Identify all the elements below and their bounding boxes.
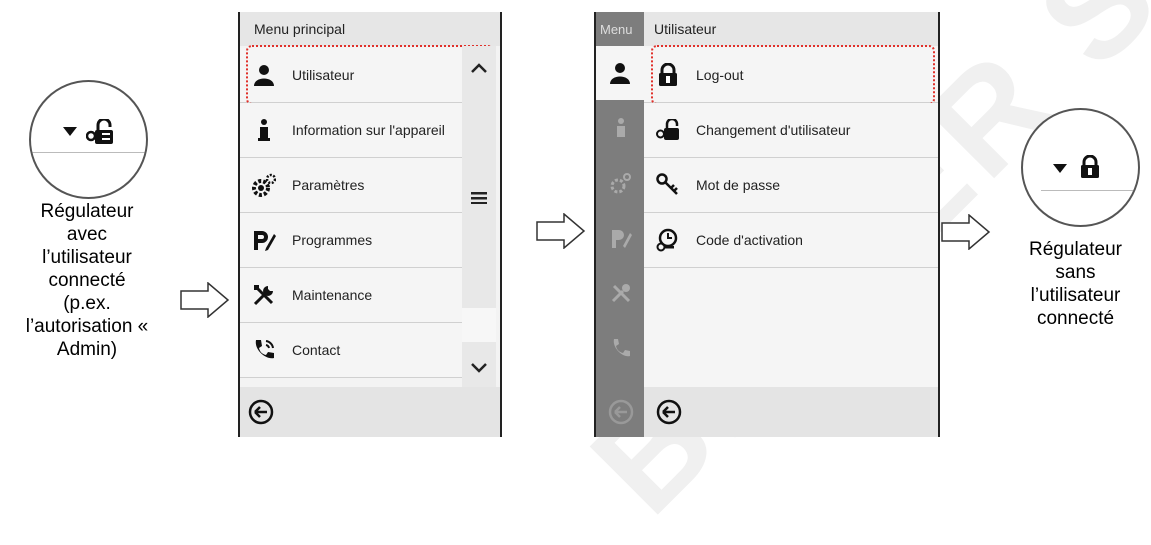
user-icon <box>610 63 630 84</box>
menu-item-label: Maintenance <box>292 287 373 303</box>
menu-item-maintenance[interactable]: Maintenance <box>240 268 462 323</box>
state-circle-logged-in <box>29 80 148 199</box>
back-icon <box>608 399 634 425</box>
gears-icon <box>252 173 276 197</box>
menu-item-label: Mot de passe <box>696 177 781 193</box>
right-caption: Régulateur sans l’utilisateur connecté <box>1029 239 1122 329</box>
page-title: Utilisateur <box>654 21 717 37</box>
sidebar-menu-label: Menu <box>600 22 633 37</box>
main-menu-header: Menu principal <box>240 12 500 46</box>
scroll-handle-icon[interactable] <box>471 192 487 204</box>
lock-icon <box>1081 155 1099 178</box>
tools-icon[interactable] <box>610 282 632 304</box>
highlight-frame <box>651 45 935 105</box>
arrow-right-icon <box>941 214 991 250</box>
info-icon[interactable] <box>611 117 631 139</box>
menu-item-label: Paramètres <box>292 177 365 193</box>
menu-item-parametres[interactable]: Paramètres <box>240 158 462 213</box>
menu-item-label: Information sur l'appareil <box>292 122 445 138</box>
menu-item-information[interactable]: Information sur l'appareil <box>240 103 462 158</box>
tools-icon <box>252 283 276 307</box>
info-icon <box>252 118 276 142</box>
menu-item-contact[interactable]: Contact <box>240 323 462 378</box>
menu-item-label: Code d'activation <box>696 232 803 248</box>
menu-item-code-activation[interactable]: Code d'activation <box>644 213 938 268</box>
scroll-track-end <box>462 308 496 342</box>
menu-item-label: Contact <box>292 342 341 358</box>
scroll-up-icon[interactable] <box>470 62 488 74</box>
state-circle-logged-out <box>1021 108 1140 227</box>
user-menu-panel: Menu Utilisateur Log-out Changement d'ut… <box>594 12 940 437</box>
menu-item-changement-utilisateur[interactable]: Changement d'utilisateur <box>644 103 938 158</box>
key-icon <box>656 173 680 197</box>
scrollbar[interactable] <box>462 46 496 387</box>
main-menu-footer <box>240 387 500 437</box>
empty-list-area <box>644 268 938 387</box>
menu-item-label: Programmes <box>292 232 373 248</box>
main-menu-panel: Menu principal Utilisateur Information s… <box>238 12 502 437</box>
user-menu-header: Utilisateur <box>644 12 938 46</box>
scroll-down-icon[interactable] <box>470 362 488 374</box>
dropdown-triangle-icon <box>1053 164 1067 173</box>
page-title: Menu principal <box>254 21 346 37</box>
phone-icon <box>252 338 276 362</box>
activation-icon <box>656 228 680 252</box>
phone-icon[interactable] <box>610 337 632 359</box>
sidebar-item-user[interactable] <box>596 46 644 100</box>
unlock-key-icon <box>86 119 113 144</box>
sidebar: Menu <box>596 12 644 437</box>
back-icon[interactable] <box>248 399 274 425</box>
program-icon <box>252 228 276 252</box>
arrow-right-icon <box>536 213 586 249</box>
menu-item-programmes[interactable]: Programmes <box>240 213 462 268</box>
unlock-key-icon <box>656 118 680 142</box>
arrow-right-icon <box>180 282 230 318</box>
left-caption: Régulateur avec l’utilisateur connecté (… <box>25 201 149 360</box>
dropdown-triangle-icon <box>63 127 77 136</box>
gears-icon[interactable] <box>610 172 632 194</box>
highlight-frame <box>246 45 494 105</box>
user-menu-footer <box>644 387 938 437</box>
back-icon[interactable] <box>656 399 682 425</box>
program-icon[interactable] <box>610 227 632 249</box>
menu-item-mot-de-passe[interactable]: Mot de passe <box>644 158 938 213</box>
menu-item-label: Changement d'utilisateur <box>696 122 851 138</box>
